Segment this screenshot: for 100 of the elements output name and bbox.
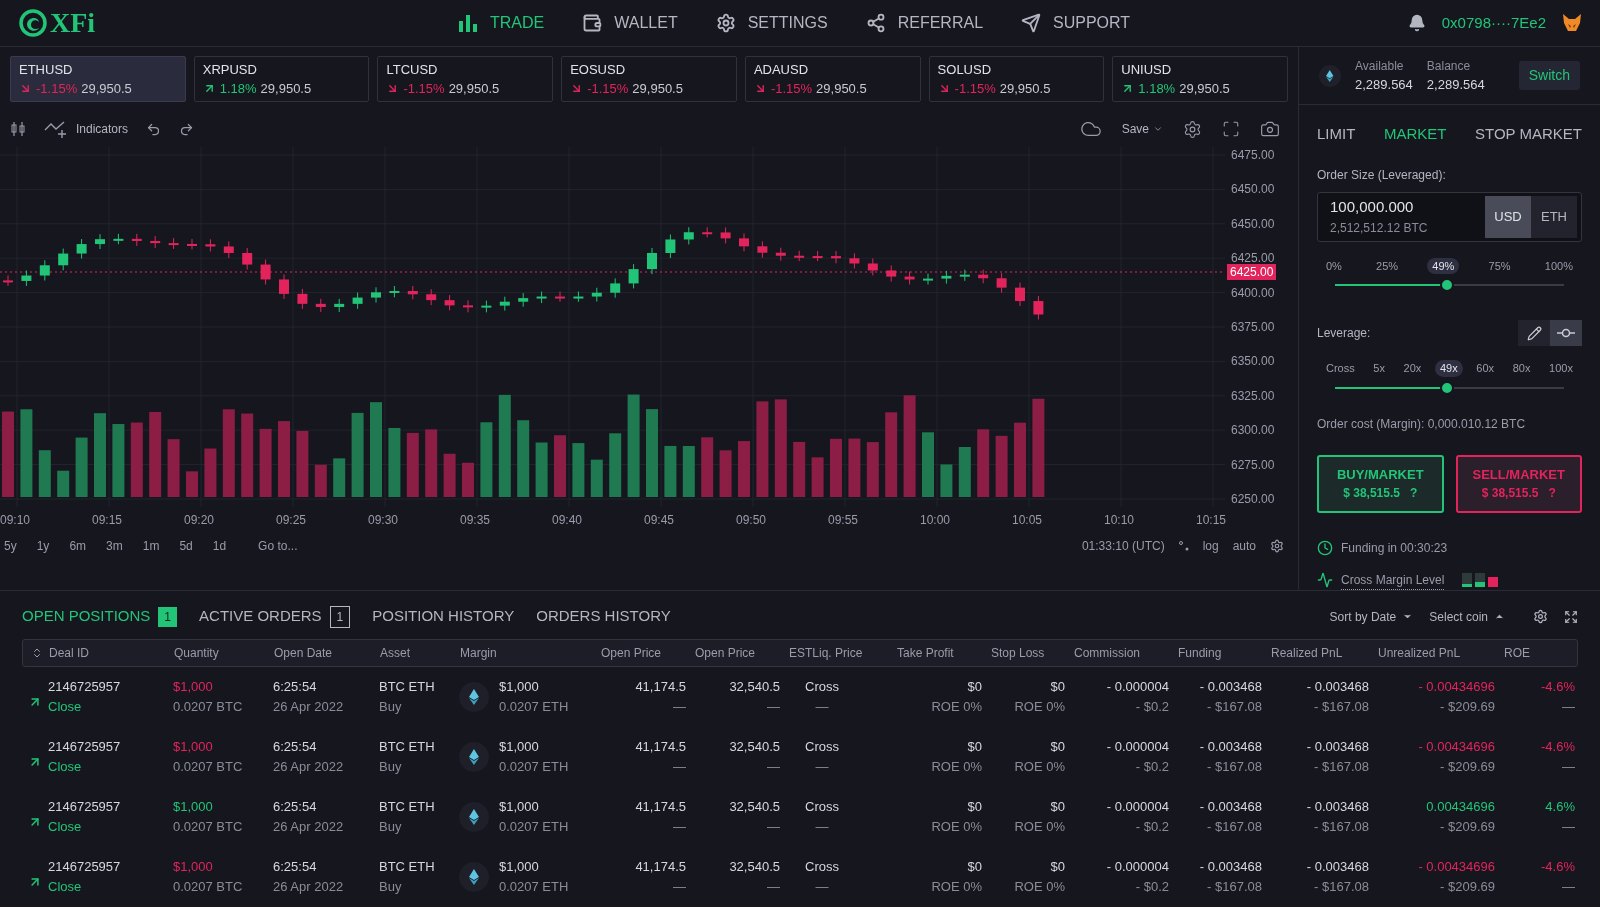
order-type-tab[interactable]: MARKET bbox=[1383, 123, 1447, 146]
sort-icon[interactable] bbox=[31, 646, 43, 659]
go-to-button[interactable]: Go to... bbox=[258, 537, 298, 555]
table-cell-text: Buy bbox=[379, 817, 403, 836]
close-link[interactable]: Close bbox=[48, 756, 82, 776]
volume-bar bbox=[186, 471, 198, 497]
range-button[interactable]: 5y bbox=[4, 537, 17, 555]
table-cell-text: 32,540.5 bbox=[729, 738, 780, 756]
table-cell-text: - 0.003468 bbox=[1306, 798, 1369, 816]
slider-mode-button[interactable] bbox=[1550, 320, 1582, 346]
undo-icon[interactable] bbox=[146, 121, 162, 137]
range-button[interactable]: 3m bbox=[106, 537, 123, 555]
nav-link[interactable]: WALLET bbox=[582, 11, 678, 35]
ticker-card[interactable]: ETHUSD -1.15% 29,950.5 bbox=[10, 56, 186, 102]
notification-bell-icon[interactable] bbox=[1407, 14, 1426, 32]
positions-tab[interactable]: ORDERS HISTORY bbox=[536, 605, 671, 628]
volume-bar bbox=[38, 450, 51, 497]
order-type-tab[interactable]: LIMIT bbox=[1317, 123, 1356, 146]
settings-icon[interactable] bbox=[1533, 609, 1548, 624]
table-cell-text: 0.0207 ETH bbox=[499, 757, 569, 776]
time-axis-label: 09:20 bbox=[184, 513, 215, 527]
time-axis-label: 09:35 bbox=[460, 513, 491, 527]
expand-icon[interactable] bbox=[1564, 609, 1578, 624]
table-cell-text: — bbox=[767, 697, 780, 716]
ticker-card[interactable]: UNIUSD 1.18% 29,950.5 bbox=[1112, 56, 1289, 102]
table-cell-text: 0.0207 ETH bbox=[499, 817, 569, 836]
ticker-price: 29,950.5 bbox=[260, 80, 312, 98]
redo-icon[interactable] bbox=[179, 121, 195, 137]
table-cell-text: ROE 0% bbox=[931, 877, 982, 896]
positions-tab[interactable]: OPEN POSITIONS 1 bbox=[22, 605, 178, 628]
nav-link[interactable]: SUPPORT bbox=[1021, 11, 1131, 35]
range-button[interactable]: 5d bbox=[179, 537, 193, 555]
order-size-field[interactable]: 100,000.000 2,512,512.12 BTC USD ETH bbox=[1317, 191, 1582, 242]
range-button[interactable]: 1d bbox=[212, 537, 227, 555]
camera-icon[interactable] bbox=[1260, 119, 1280, 139]
sell-market-button[interactable]: SELL/MARKET $ 38,515.5 ? bbox=[1455, 454, 1582, 513]
candle bbox=[205, 238, 216, 252]
candle bbox=[518, 292, 529, 308]
table-cell-text: ROE 0% bbox=[1014, 817, 1065, 836]
buy-market-button[interactable]: BUY/MARKET $ 38,515.5 ? bbox=[1317, 454, 1444, 513]
order-type-tab[interactable]: STOP MARKET bbox=[1475, 123, 1582, 146]
settings-icon[interactable] bbox=[1270, 539, 1284, 553]
percent-icon[interactable] bbox=[1178, 541, 1189, 551]
ticker-card[interactable]: XRPUSD 1.18% 29,950.5 bbox=[193, 56, 370, 102]
wallet-address[interactable]: 0x0798····7Ee2 bbox=[1441, 11, 1546, 35]
switch-button[interactable]: Switch bbox=[1518, 61, 1580, 90]
table-cell-text: - $167.08 bbox=[1207, 757, 1262, 776]
ticker-symbol: SOLUSD bbox=[937, 60, 993, 79]
indicators-button[interactable]: Indicators bbox=[44, 120, 129, 138]
table-cell-text: - $209.69 bbox=[1440, 697, 1495, 716]
cross-margin-link[interactable]: Cross Margin Level bbox=[1341, 570, 1445, 590]
caret-icon bbox=[1153, 124, 1163, 134]
candle bbox=[849, 252, 860, 269]
table-cell-text: $1,000 bbox=[173, 798, 214, 816]
ticker-card[interactable]: ADAUSD -1.15% 29,950.5 bbox=[744, 56, 921, 102]
ticker-card[interactable]: LTCUSD -1.15% 29,950.5 bbox=[377, 56, 554, 102]
range-button[interactable]: 1m bbox=[142, 537, 160, 555]
table-cell-text: 6:25:54 bbox=[273, 798, 318, 816]
save-button[interactable]: Save bbox=[1121, 120, 1163, 138]
slider-thumb[interactable] bbox=[1440, 278, 1455, 292]
coin-dropdown[interactable]: Select coin bbox=[1429, 607, 1505, 626]
table-cell-text: $0 bbox=[967, 798, 982, 816]
nav-link[interactable]: TRADE bbox=[458, 11, 545, 35]
range-button[interactable]: 1y bbox=[36, 537, 50, 555]
price-axis-label: 6375.00 bbox=[1230, 318, 1276, 335]
slider-label: 100% bbox=[1543, 258, 1574, 274]
close-link[interactable]: Close bbox=[48, 696, 82, 716]
table-cell-text: — bbox=[673, 817, 686, 836]
auto-button[interactable]: auto bbox=[1232, 537, 1256, 555]
balance-label: Balance bbox=[1426, 57, 1472, 75]
candles-icon[interactable] bbox=[10, 121, 26, 137]
unit-toggle[interactable]: USD bbox=[1485, 195, 1531, 238]
logo-icon bbox=[18, 8, 48, 38]
close-link[interactable]: Close bbox=[48, 816, 82, 836]
candle bbox=[279, 273, 289, 300]
close-link[interactable]: Close bbox=[48, 876, 82, 896]
candle bbox=[352, 292, 363, 310]
nav-link[interactable]: SETTINGS bbox=[715, 11, 828, 35]
table-cell-text: - $0.2 bbox=[1135, 877, 1169, 896]
price-axis-label: 6475.00 bbox=[1230, 147, 1276, 163]
ticker-card[interactable]: SOLUSD -1.15% 29,950.5 bbox=[928, 56, 1105, 102]
deal-id: 2146725957 bbox=[48, 738, 122, 756]
volume-bar bbox=[425, 429, 438, 497]
positions-tab[interactable]: POSITION HISTORY bbox=[372, 605, 515, 628]
fullscreen-icon[interactable] bbox=[1222, 120, 1240, 138]
positions-tab[interactable]: ACTIVE ORDERS 1 bbox=[199, 605, 351, 628]
range-button[interactable]: 6m bbox=[69, 537, 87, 555]
ticker-card[interactable]: EOSUSD -1.15% 29,950.5 bbox=[561, 56, 737, 102]
price-axis-label: 6450.00 bbox=[1230, 181, 1276, 198]
slider-thumb[interactable] bbox=[1440, 380, 1455, 395]
price-axis-label: 6450.00 bbox=[1230, 215, 1276, 232]
volume-bar bbox=[572, 443, 585, 497]
table-cell-text: $1,000 bbox=[499, 738, 540, 756]
column-header: Funding bbox=[1178, 644, 1223, 662]
settings-icon[interactable] bbox=[1183, 119, 1202, 139]
nav-link[interactable]: REFERRAL bbox=[865, 11, 984, 35]
log-button[interactable]: log bbox=[1202, 537, 1219, 555]
sort-dropdown[interactable]: Sort by Date bbox=[1329, 607, 1414, 626]
time-axis-label: 09:45 bbox=[644, 513, 675, 527]
unit-toggle[interactable]: ETH bbox=[1531, 195, 1577, 238]
